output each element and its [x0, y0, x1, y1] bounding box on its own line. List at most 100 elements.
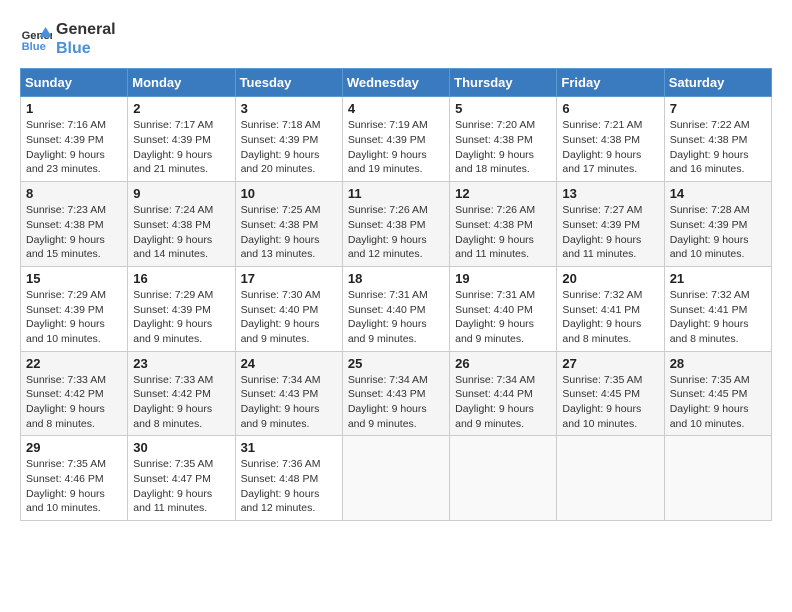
day-number: 15: [26, 271, 122, 286]
svg-text:Blue: Blue: [22, 41, 46, 53]
day-info: Sunrise: 7:26 AMSunset: 4:38 PMDaylight:…: [348, 203, 444, 262]
logo-general: General: [56, 20, 116, 39]
day-info: Sunrise: 7:26 AMSunset: 4:38 PMDaylight:…: [455, 203, 551, 262]
day-info: Sunrise: 7:25 AMSunset: 4:38 PMDaylight:…: [241, 203, 337, 262]
day-number: 3: [241, 101, 337, 116]
day-info: Sunrise: 7:33 AMSunset: 4:42 PMDaylight:…: [133, 373, 229, 432]
day-info: Sunrise: 7:23 AMSunset: 4:38 PMDaylight:…: [26, 203, 122, 262]
calendar-cell: 12 Sunrise: 7:26 AMSunset: 4:38 PMDaylig…: [450, 182, 557, 267]
calendar-cell: 13 Sunrise: 7:27 AMSunset: 4:39 PMDaylig…: [557, 182, 664, 267]
day-number: 7: [670, 101, 766, 116]
day-info: Sunrise: 7:17 AMSunset: 4:39 PMDaylight:…: [133, 118, 229, 177]
day-info: Sunrise: 7:29 AMSunset: 4:39 PMDaylight:…: [133, 288, 229, 347]
day-info: Sunrise: 7:36 AMSunset: 4:48 PMDaylight:…: [241, 457, 337, 516]
day-info: Sunrise: 7:29 AMSunset: 4:39 PMDaylight:…: [26, 288, 122, 347]
day-info: Sunrise: 7:34 AMSunset: 4:43 PMDaylight:…: [348, 373, 444, 432]
calendar-week-1: 1 Sunrise: 7:16 AMSunset: 4:39 PMDayligh…: [21, 97, 772, 182]
day-header-wednesday: Wednesday: [342, 69, 449, 97]
calendar-cell: 22 Sunrise: 7:33 AMSunset: 4:42 PMDaylig…: [21, 351, 128, 436]
day-number: 20: [562, 271, 658, 286]
day-info: Sunrise: 7:24 AMSunset: 4:38 PMDaylight:…: [133, 203, 229, 262]
day-number: 11: [348, 186, 444, 201]
calendar-week-3: 15 Sunrise: 7:29 AMSunset: 4:39 PMDaylig…: [21, 266, 772, 351]
calendar-cell: 1 Sunrise: 7:16 AMSunset: 4:39 PMDayligh…: [21, 97, 128, 182]
day-number: 12: [455, 186, 551, 201]
day-number: 31: [241, 440, 337, 455]
day-number: 23: [133, 356, 229, 371]
day-header-monday: Monday: [128, 69, 235, 97]
day-info: Sunrise: 7:34 AMSunset: 4:43 PMDaylight:…: [241, 373, 337, 432]
day-number: 1: [26, 101, 122, 116]
day-number: 22: [26, 356, 122, 371]
day-number: 27: [562, 356, 658, 371]
day-header-tuesday: Tuesday: [235, 69, 342, 97]
calendar-cell: 2 Sunrise: 7:17 AMSunset: 4:39 PMDayligh…: [128, 97, 235, 182]
calendar-cell: 7 Sunrise: 7:22 AMSunset: 4:38 PMDayligh…: [664, 97, 771, 182]
day-number: 13: [562, 186, 658, 201]
calendar-cell: [450, 436, 557, 521]
calendar-cell: 27 Sunrise: 7:35 AMSunset: 4:45 PMDaylig…: [557, 351, 664, 436]
calendar-cell: 3 Sunrise: 7:18 AMSunset: 4:39 PMDayligh…: [235, 97, 342, 182]
day-info: Sunrise: 7:18 AMSunset: 4:39 PMDaylight:…: [241, 118, 337, 177]
calendar-table: SundayMondayTuesdayWednesdayThursdayFrid…: [20, 68, 772, 521]
calendar-cell: [342, 436, 449, 521]
day-number: 16: [133, 271, 229, 286]
day-header-friday: Friday: [557, 69, 664, 97]
calendar-cell: [664, 436, 771, 521]
day-number: 30: [133, 440, 229, 455]
calendar-cell: 23 Sunrise: 7:33 AMSunset: 4:42 PMDaylig…: [128, 351, 235, 436]
day-number: 14: [670, 186, 766, 201]
calendar-cell: 21 Sunrise: 7:32 AMSunset: 4:41 PMDaylig…: [664, 266, 771, 351]
day-number: 6: [562, 101, 658, 116]
calendar-cell: 17 Sunrise: 7:30 AMSunset: 4:40 PMDaylig…: [235, 266, 342, 351]
day-number: 19: [455, 271, 551, 286]
day-info: Sunrise: 7:30 AMSunset: 4:40 PMDaylight:…: [241, 288, 337, 347]
day-info: Sunrise: 7:32 AMSunset: 4:41 PMDaylight:…: [670, 288, 766, 347]
calendar-cell: 14 Sunrise: 7:28 AMSunset: 4:39 PMDaylig…: [664, 182, 771, 267]
day-info: Sunrise: 7:20 AMSunset: 4:38 PMDaylight:…: [455, 118, 551, 177]
day-info: Sunrise: 7:35 AMSunset: 4:46 PMDaylight:…: [26, 457, 122, 516]
day-info: Sunrise: 7:32 AMSunset: 4:41 PMDaylight:…: [562, 288, 658, 347]
calendar-week-2: 8 Sunrise: 7:23 AMSunset: 4:38 PMDayligh…: [21, 182, 772, 267]
calendar-cell: [557, 436, 664, 521]
calendar-cell: 6 Sunrise: 7:21 AMSunset: 4:38 PMDayligh…: [557, 97, 664, 182]
calendar-cell: 4 Sunrise: 7:19 AMSunset: 4:39 PMDayligh…: [342, 97, 449, 182]
day-number: 2: [133, 101, 229, 116]
day-header-sunday: Sunday: [21, 69, 128, 97]
calendar-week-5: 29 Sunrise: 7:35 AMSunset: 4:46 PMDaylig…: [21, 436, 772, 521]
logo-blue: Blue: [56, 39, 116, 58]
day-info: Sunrise: 7:31 AMSunset: 4:40 PMDaylight:…: [455, 288, 551, 347]
day-info: Sunrise: 7:22 AMSunset: 4:38 PMDaylight:…: [670, 118, 766, 177]
day-info: Sunrise: 7:35 AMSunset: 4:47 PMDaylight:…: [133, 457, 229, 516]
day-info: Sunrise: 7:31 AMSunset: 4:40 PMDaylight:…: [348, 288, 444, 347]
day-number: 17: [241, 271, 337, 286]
day-info: Sunrise: 7:33 AMSunset: 4:42 PMDaylight:…: [26, 373, 122, 432]
page-header: General Blue General Blue: [20, 20, 772, 58]
calendar-cell: 19 Sunrise: 7:31 AMSunset: 4:40 PMDaylig…: [450, 266, 557, 351]
day-number: 28: [670, 356, 766, 371]
day-number: 9: [133, 186, 229, 201]
calendar-cell: 5 Sunrise: 7:20 AMSunset: 4:38 PMDayligh…: [450, 97, 557, 182]
day-info: Sunrise: 7:19 AMSunset: 4:39 PMDaylight:…: [348, 118, 444, 177]
calendar-cell: 15 Sunrise: 7:29 AMSunset: 4:39 PMDaylig…: [21, 266, 128, 351]
day-info: Sunrise: 7:35 AMSunset: 4:45 PMDaylight:…: [562, 373, 658, 432]
calendar-cell: 10 Sunrise: 7:25 AMSunset: 4:38 PMDaylig…: [235, 182, 342, 267]
day-number: 29: [26, 440, 122, 455]
logo: General Blue General Blue: [20, 20, 116, 58]
calendar-cell: 25 Sunrise: 7:34 AMSunset: 4:43 PMDaylig…: [342, 351, 449, 436]
day-number: 4: [348, 101, 444, 116]
calendar-cell: 8 Sunrise: 7:23 AMSunset: 4:38 PMDayligh…: [21, 182, 128, 267]
day-header-thursday: Thursday: [450, 69, 557, 97]
day-info: Sunrise: 7:16 AMSunset: 4:39 PMDaylight:…: [26, 118, 122, 177]
calendar-cell: 11 Sunrise: 7:26 AMSunset: 4:38 PMDaylig…: [342, 182, 449, 267]
day-info: Sunrise: 7:27 AMSunset: 4:39 PMDaylight:…: [562, 203, 658, 262]
day-number: 18: [348, 271, 444, 286]
calendar-cell: 29 Sunrise: 7:35 AMSunset: 4:46 PMDaylig…: [21, 436, 128, 521]
day-info: Sunrise: 7:34 AMSunset: 4:44 PMDaylight:…: [455, 373, 551, 432]
calendar-header-row: SundayMondayTuesdayWednesdayThursdayFrid…: [21, 69, 772, 97]
day-number: 21: [670, 271, 766, 286]
day-info: Sunrise: 7:21 AMSunset: 4:38 PMDaylight:…: [562, 118, 658, 177]
day-info: Sunrise: 7:35 AMSunset: 4:45 PMDaylight:…: [670, 373, 766, 432]
calendar-cell: 20 Sunrise: 7:32 AMSunset: 4:41 PMDaylig…: [557, 266, 664, 351]
calendar-cell: 28 Sunrise: 7:35 AMSunset: 4:45 PMDaylig…: [664, 351, 771, 436]
